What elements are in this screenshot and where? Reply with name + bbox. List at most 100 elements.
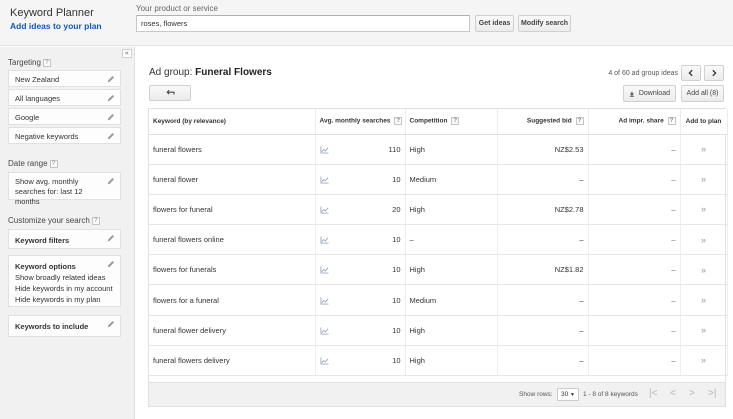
add-to-plan-button[interactable]: »	[680, 134, 728, 165]
collapse-sidebar-icon[interactable]: «	[122, 49, 132, 58]
help-icon[interactable]: ?	[42, 58, 51, 67]
add-to-plan-button[interactable]: »	[680, 164, 728, 195]
keyword-cell: flowers for funeral	[149, 194, 316, 226]
modify-search-button[interactable]: Modify search	[518, 15, 571, 32]
help-icon[interactable]: ?	[49, 159, 58, 168]
keyword-filters-box[interactable]: Keyword filters	[8, 229, 121, 249]
table-footer: Show rows: 30 ▼ 1 - 8 of 8 keywords |< <…	[148, 383, 726, 407]
help-icon[interactable]: ?	[575, 117, 584, 126]
download-button[interactable]: Download	[623, 85, 676, 102]
add-ideas-link[interactable]: Add ideas to your plan	[10, 21, 102, 31]
help-icon[interactable]: ?	[667, 117, 676, 126]
pencil-icon	[107, 75, 115, 83]
product-input[interactable]	[136, 15, 470, 32]
col-keyword[interactable]: Keyword (by relevance)	[149, 109, 316, 135]
keyword-filters-title: Keyword filters	[15, 236, 70, 245]
col-searches[interactable]: Avg. monthly searches ?	[315, 109, 406, 135]
table-row: flowers for funerals 10 High NZ$1.82– »	[149, 254, 728, 286]
targeting-network[interactable]: Google	[8, 108, 121, 125]
table-row: funeral flowers delivery 10 High – –»	[149, 345, 728, 377]
bid-cell: NZ$2.53	[497, 134, 589, 165]
targeting-negative-keywords[interactable]: Negative keywords	[8, 127, 121, 144]
add-to-plan-button[interactable]: »	[680, 254, 728, 286]
col-share[interactable]: Ad impr. share ?	[588, 109, 681, 135]
next-page-icon[interactable]: >	[689, 388, 695, 399]
searches-cell: 10	[315, 224, 406, 256]
last-page-icon[interactable]: >|	[708, 388, 716, 399]
help-icon[interactable]: ?	[451, 117, 460, 126]
searches-cell: 20	[315, 194, 406, 226]
product-label: Your product or service	[136, 4, 218, 13]
next-adgroup-button[interactable]	[704, 65, 724, 81]
get-ideas-button[interactable]: Get ideas	[475, 15, 514, 32]
share-cell: –	[588, 345, 681, 377]
targeting-location[interactable]: New Zealand	[8, 70, 121, 87]
keyword-cell: funeral flower	[149, 164, 316, 195]
download-icon	[629, 91, 634, 97]
back-button[interactable]	[149, 85, 191, 101]
chevron-left-icon	[688, 69, 693, 77]
pencil-icon	[107, 132, 115, 140]
keyword-option: Hide keywords in my plan	[15, 295, 101, 304]
prev-adgroup-button[interactable]	[681, 65, 701, 81]
help-icon[interactable]: ?	[394, 117, 403, 126]
competition-cell: –	[405, 224, 498, 256]
trend-chart-icon[interactable]	[320, 146, 329, 154]
add-to-plan-button[interactable]: »	[680, 345, 728, 377]
trend-chart-icon[interactable]	[320, 266, 329, 274]
trend-chart-icon[interactable]	[320, 357, 329, 365]
pencil-icon	[107, 94, 115, 102]
table-header-row: Keyword (by relevance) Avg. monthly sear…	[149, 109, 728, 135]
bid-cell: NZ$2.78	[497, 194, 589, 226]
pencil-icon	[107, 113, 115, 121]
competition-cell: High	[405, 194, 498, 226]
add-to-plan-button[interactable]: »	[680, 224, 728, 256]
table-row: flowers for funeral 20 High NZ$2.78– »	[149, 194, 728, 226]
table-row: flowers for a funeral 10 Medium – –»	[149, 284, 728, 316]
trend-chart-icon[interactable]	[320, 296, 329, 305]
add-to-plan-button[interactable]: »	[680, 194, 728, 226]
show-rows-label: Show rows:	[519, 391, 553, 398]
prev-page-icon[interactable]: <	[670, 388, 676, 399]
add-all-button[interactable]: Add all (8)	[681, 85, 724, 102]
bid-cell: –	[497, 284, 589, 316]
bid-cell: –	[497, 224, 589, 256]
share-cell: –	[588, 134, 681, 165]
col-bid[interactable]: Suggested bid ?	[497, 109, 589, 135]
col-competition[interactable]: Competition ?	[405, 109, 498, 135]
adgroup-heading: Ad group: Funeral Flowers	[149, 67, 272, 78]
help-icon[interactable]: ?	[91, 216, 100, 225]
pagination-range: 1 - 8 of 8 keywords	[583, 391, 638, 398]
chevron-right-icon	[712, 69, 717, 77]
date-range-box[interactable]: Show avg. monthly searches for: last 12 …	[8, 172, 121, 206]
share-cell: –	[588, 254, 681, 286]
searches-cell: 10	[315, 345, 406, 377]
add-chevron-icon: »	[700, 174, 706, 185]
keyword-cell: flowers for funerals	[149, 254, 316, 286]
keyword-options-box[interactable]: Keyword options Show broadly related ide…	[8, 255, 121, 307]
keyword-cell: funeral flowers delivery	[149, 345, 316, 377]
add-chevron-icon: »	[700, 204, 706, 215]
targeting-language[interactable]: All languages	[8, 89, 121, 106]
keywords-to-include-box[interactable]: Keywords to include	[8, 315, 121, 337]
rows-per-page-select[interactable]: 30 ▼	[557, 388, 579, 401]
trend-chart-icon[interactable]	[320, 206, 329, 214]
competition-cell: High	[405, 254, 498, 286]
share-cell: –	[588, 224, 681, 256]
pencil-icon	[107, 234, 115, 242]
add-to-plan-button[interactable]: »	[680, 284, 728, 316]
add-chevron-icon: »	[700, 295, 706, 306]
trend-chart-icon[interactable]	[320, 327, 329, 335]
table-row: funeral flower 10 Medium – –»	[149, 164, 728, 195]
trend-chart-icon[interactable]	[320, 236, 329, 244]
add-to-plan-button[interactable]: »	[680, 315, 728, 346]
share-cell: –	[588, 315, 681, 346]
trend-chart-icon[interactable]	[320, 176, 329, 184]
add-chevron-icon: »	[700, 234, 706, 245]
first-page-icon[interactable]: |<	[649, 388, 657, 399]
table-row: funeral flower delivery 10 High – –»	[149, 315, 728, 346]
searches-cell: 10	[315, 164, 406, 195]
pencil-icon	[107, 177, 115, 185]
targeting-label: Targeting?	[8, 58, 51, 67]
competition-cell: Medium	[405, 284, 498, 316]
